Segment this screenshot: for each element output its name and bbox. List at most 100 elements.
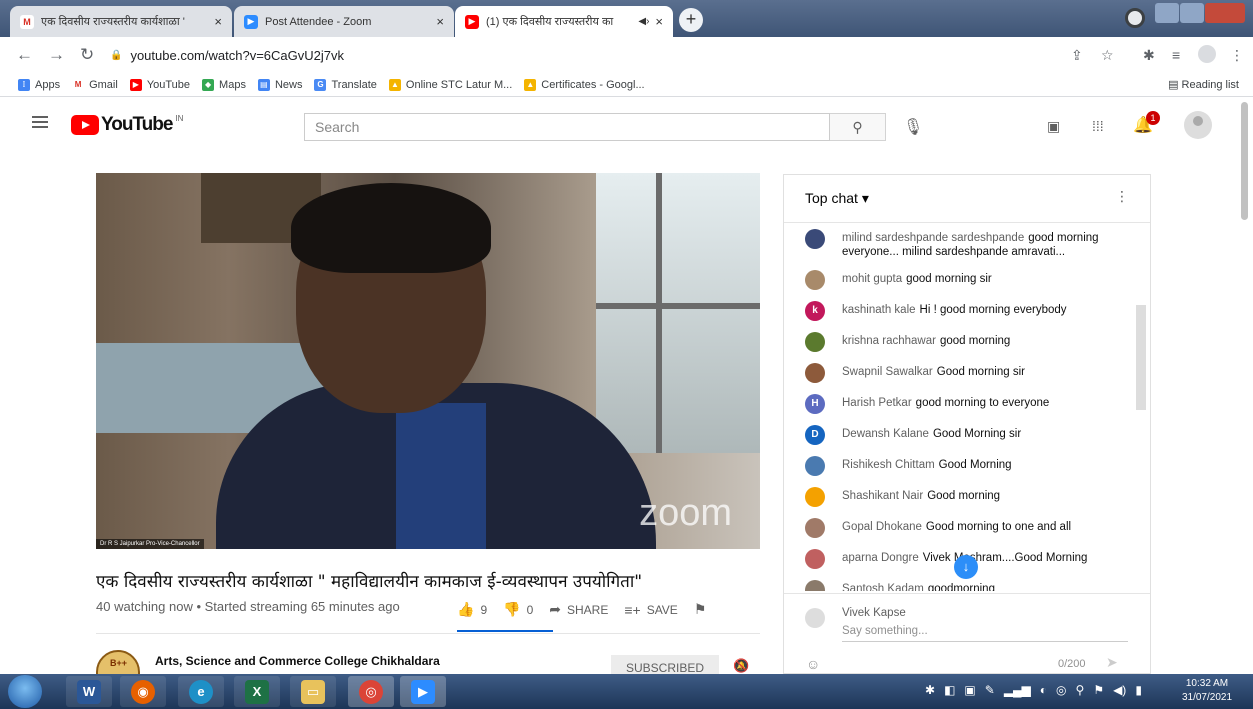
page-scrollbar[interactable] bbox=[1241, 102, 1248, 220]
start-button[interactable] bbox=[8, 675, 42, 708]
chat-author[interactable]: krishna rachhawar bbox=[842, 335, 936, 347]
chat-message[interactable]: Shashikant Nair Good morning bbox=[784, 485, 1136, 507]
share-button[interactable]: ➦ SHARE bbox=[549, 601, 608, 618]
taskbar-explorer[interactable]: ▭ bbox=[290, 676, 336, 707]
reload-icon[interactable]: ↻ bbox=[80, 45, 94, 65]
chat-author[interactable]: aparna Dongre bbox=[842, 552, 919, 564]
volume-icon[interactable]: ◀) bbox=[1113, 683, 1126, 697]
star-icon[interactable]: ☆ bbox=[1101, 47, 1114, 64]
network-icon[interactable]: ▂▄▆ bbox=[1004, 683, 1031, 697]
chat-message[interactable]: Gopal Dhokane Good morning to one and all bbox=[784, 516, 1136, 538]
chat-message[interactable]: Swapnil Sawalkar Good morning sir bbox=[784, 361, 1136, 383]
close-icon[interactable]: × bbox=[436, 14, 444, 29]
more-icon[interactable]: ⋮ bbox=[1230, 47, 1244, 64]
app-tray-icon[interactable]: ◧ bbox=[944, 683, 955, 697]
youtube-logo[interactable]: YouTube IN bbox=[71, 114, 183, 136]
more-options-icon[interactable]: ⋮ bbox=[1115, 188, 1129, 205]
chat-message[interactable]: mohit gupta good morning sir bbox=[784, 268, 1136, 290]
tab-gmail[interactable]: M एक दिवसीय राज्यस्तरीय कार्यशाळा ' × bbox=[10, 6, 232, 37]
chat-message[interactable]: krishna rachhawar good morning bbox=[784, 330, 1136, 352]
menu-icon[interactable] bbox=[32, 116, 48, 128]
avatar[interactable] bbox=[1184, 111, 1212, 139]
minimize-button[interactable] bbox=[1155, 3, 1179, 23]
playlist-icon[interactable]: ≡ bbox=[1172, 47, 1180, 63]
chat-message[interactable]: Santosh Kadam goodmorning bbox=[784, 578, 1136, 591]
flag-icon[interactable]: ⚑ bbox=[1093, 683, 1104, 697]
create-video-icon[interactable]: ▣ bbox=[1047, 118, 1060, 135]
bookmark-online-stc[interactable]: ▲ Online STC Latur M... bbox=[388, 78, 512, 91]
chat-author[interactable]: Harish Petkar bbox=[842, 397, 912, 409]
chat-author[interactable]: Santosh Kadam bbox=[842, 583, 924, 591]
taskbar-zoom[interactable]: ▶ bbox=[400, 676, 446, 707]
bookmark-gmail[interactable]: M Gmail bbox=[72, 78, 118, 91]
emoji-icon[interactable]: ☺ bbox=[806, 656, 820, 672]
chat-author[interactable]: Rishikesh Chittam bbox=[842, 459, 935, 471]
search-tray-icon[interactable]: ⚲ bbox=[1076, 683, 1085, 697]
chat-message[interactable]: Rishikesh Chittam Good Morning bbox=[784, 454, 1136, 476]
top-chat-dropdown[interactable]: Top chat ▾ bbox=[805, 190, 869, 207]
search-input[interactable]: Search bbox=[304, 113, 830, 141]
taskbar-chrome[interactable]: ◎ bbox=[348, 676, 394, 707]
report-button[interactable]: ⚑ bbox=[694, 601, 713, 618]
close-window-button[interactable] bbox=[1205, 3, 1245, 23]
video-player[interactable]: zoom Dr R S Jaipurkar Pro-Vice-Chancello… bbox=[96, 173, 760, 549]
chat-author[interactable]: milind sardeshpande sardeshpande bbox=[842, 232, 1024, 244]
bookmark-certificates[interactable]: ▲ Certificates - Googl... bbox=[524, 78, 645, 91]
notification-off-icon[interactable]: 🔕 bbox=[733, 658, 749, 674]
chat-author[interactable]: Gopal Dhokane bbox=[842, 521, 922, 533]
chat-message[interactable]: k kashinath kale Hi ! good morning everybo… bbox=[784, 299, 1136, 321]
address-bar[interactable]: 🔒 youtube.com/watch?v=6CaGvU2j7vk bbox=[110, 42, 1070, 69]
new-tab-button[interactable]: + bbox=[679, 8, 703, 32]
maximize-button[interactable] bbox=[1180, 3, 1204, 23]
taskbar-excel[interactable]: X bbox=[234, 676, 280, 707]
close-icon[interactable]: × bbox=[655, 14, 663, 29]
chat-message-input[interactable]: Say something... bbox=[842, 625, 1128, 642]
bookmark-news[interactable]: ▤ News bbox=[257, 78, 302, 91]
profile-icon[interactable] bbox=[1125, 8, 1145, 28]
audio-icon[interactable]: ◀› bbox=[638, 16, 649, 27]
tab-zoom[interactable]: ▶ Post Attendee - Zoom × bbox=[234, 6, 454, 37]
avatar: H bbox=[805, 394, 825, 414]
chat-message[interactable]: milind sardeshpande sardeshpande good mor… bbox=[784, 227, 1136, 259]
bookmark-youtube[interactable]: ▶ YouTube bbox=[129, 78, 190, 91]
antivirus-icon[interactable]: ◐ bbox=[1040, 683, 1047, 697]
dislike-button[interactable]: 👎 0 bbox=[503, 601, 533, 618]
extensions-icon[interactable]: ✱ bbox=[1143, 47, 1155, 64]
news-icon: ▤ bbox=[257, 78, 270, 91]
taskbar-word[interactable]: W bbox=[66, 676, 112, 707]
chat-author[interactable]: Swapnil Sawalkar bbox=[842, 366, 933, 378]
apps-grid-icon[interactable]: ⁞⁞⁞ bbox=[1092, 118, 1104, 134]
search-button[interactable]: ⚲ bbox=[830, 113, 886, 141]
chat-message[interactable]: D Dewansh Kalane Good Morning sir bbox=[784, 423, 1136, 445]
clock[interactable]: 10:32 AM 31/07/2021 bbox=[1178, 677, 1236, 705]
chat-author[interactable]: Dewansh Kalane bbox=[842, 428, 929, 440]
bookmark-maps[interactable]: ◆ Maps bbox=[202, 78, 246, 91]
send-icon[interactable]: ➤ bbox=[1106, 654, 1118, 671]
save-button[interactable]: ≡+ SAVE bbox=[624, 602, 677, 618]
chat-message[interactable]: H Harish Petkar good morning to everyone bbox=[784, 392, 1136, 414]
chat-author[interactable]: Shashikant Nair bbox=[842, 490, 923, 502]
share-page-icon[interactable]: ⇪ bbox=[1071, 47, 1083, 64]
chat-author[interactable]: mohit gupta bbox=[842, 273, 902, 285]
input-icon[interactable]: ✎ bbox=[985, 683, 995, 697]
bookmark-apps[interactable]: ⁞ Apps bbox=[18, 78, 60, 91]
bluetooth-icon[interactable]: ✱ bbox=[925, 683, 935, 697]
like-button[interactable]: 👍 9 bbox=[457, 601, 487, 618]
zoom-tray-icon[interactable]: ▣ bbox=[964, 683, 975, 697]
reading-list[interactable]: ▤ Reading list bbox=[1168, 78, 1239, 91]
battery-icon[interactable]: ▮ bbox=[1135, 683, 1142, 697]
forward-icon[interactable]: → bbox=[48, 45, 65, 65]
bookmark-translate[interactable]: G Translate bbox=[314, 78, 377, 91]
tab-youtube[interactable]: ▶ (1) एक दिवसीय राज्यस्तरीय का ◀› × bbox=[455, 6, 673, 37]
account-icon[interactable] bbox=[1198, 45, 1216, 63]
close-icon[interactable]: × bbox=[214, 14, 222, 29]
chat-author[interactable]: kashinath kale bbox=[842, 304, 916, 316]
back-icon[interactable]: ← bbox=[16, 45, 33, 65]
scroll-down-icon[interactable]: ↓ bbox=[954, 555, 978, 579]
chat-scrollbar[interactable] bbox=[1136, 305, 1146, 410]
taskbar-firefox[interactable]: ◉ bbox=[120, 676, 166, 707]
chrome-tray-icon[interactable]: ◎ bbox=[1056, 683, 1066, 697]
taskbar-edge[interactable]: e bbox=[178, 676, 224, 707]
channel-name[interactable]: Arts, Science and Commerce College Chikh… bbox=[155, 654, 440, 668]
microphone-icon[interactable]: 🎙 bbox=[903, 117, 923, 137]
